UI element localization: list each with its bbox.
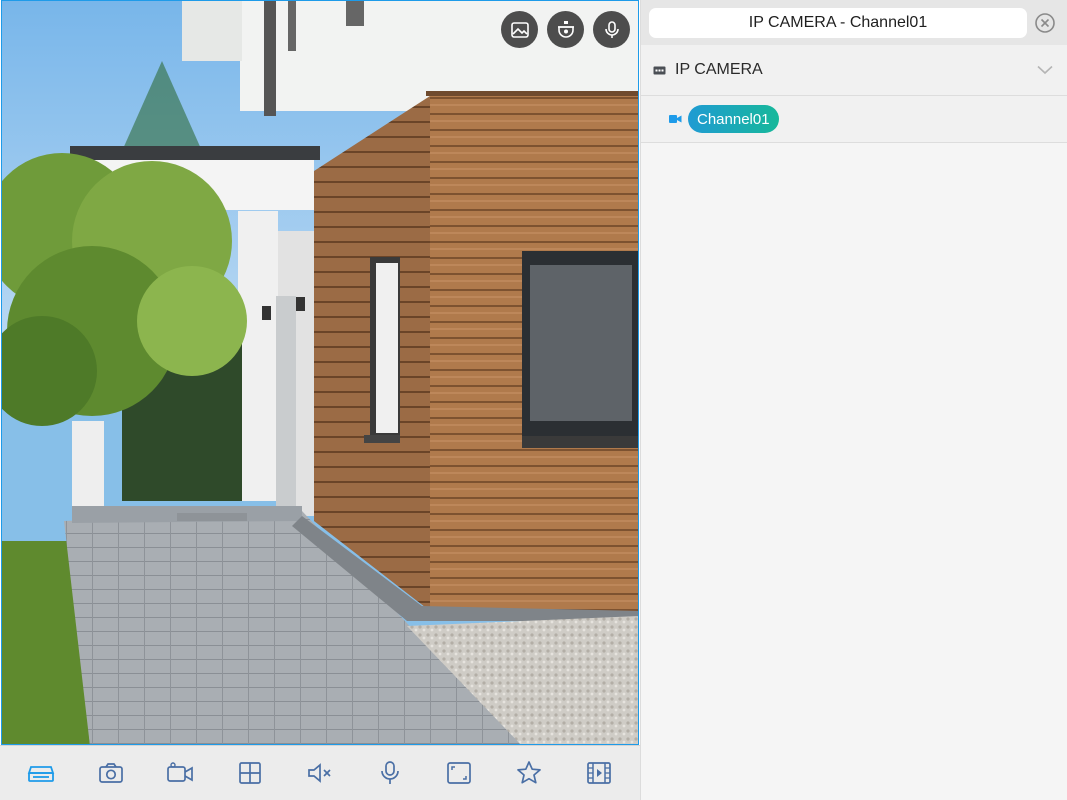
grid-icon (239, 762, 262, 784)
fullscreen-icon (447, 762, 472, 784)
camera-channel-icon (669, 115, 682, 123)
capture-button[interactable] (501, 11, 538, 48)
snapshot-button[interactable] (93, 755, 129, 791)
channel-title: IP CAMERA - Channel01 (649, 7, 1027, 38)
favorite-button[interactable] (511, 755, 547, 791)
mute-icon (308, 763, 331, 783)
channel-item[interactable]: Channel01 (641, 96, 1067, 143)
talk-mic-icon (604, 20, 619, 38)
playback-button[interactable] (581, 755, 617, 791)
fullscreen-button[interactable] (441, 755, 477, 791)
mute-button[interactable] (302, 755, 338, 791)
capture-icon (510, 21, 529, 38)
chevron-down-icon[interactable] (1037, 65, 1053, 75)
video-overlay-controls (501, 11, 630, 48)
nvr-icon (27, 766, 55, 782)
ptz-button[interactable] (547, 11, 584, 48)
device-list-button[interactable] (23, 755, 59, 791)
camera-image (2, 1, 638, 744)
panel-header: IP CAMERA - Channel01 (641, 0, 1067, 45)
microphone-button[interactable] (372, 755, 408, 791)
record-button[interactable] (162, 755, 198, 791)
live-view (0, 0, 640, 800)
bottom-toolbar (0, 745, 640, 800)
playback-icon (587, 762, 611, 784)
favorite-icon (517, 761, 542, 784)
snapshot-icon (98, 763, 123, 783)
record-icon (167, 762, 194, 782)
device-panel: IP CAMERA - Channel01 IP CAMERA Channel0… (640, 0, 1067, 800)
camera-video-feed[interactable] (1, 0, 639, 745)
talk-button[interactable] (593, 11, 630, 48)
mic-icon (380, 761, 399, 784)
close-icon (1035, 12, 1055, 33)
device-name: IP CAMERA (675, 61, 763, 78)
device-item[interactable]: IP CAMERA (641, 45, 1067, 96)
ptz-icon (557, 20, 574, 38)
device-icon (653, 66, 666, 74)
channel-label[interactable]: Channel01 (688, 105, 779, 133)
grid-layout-button[interactable] (232, 755, 268, 791)
close-button[interactable] (1033, 11, 1057, 35)
